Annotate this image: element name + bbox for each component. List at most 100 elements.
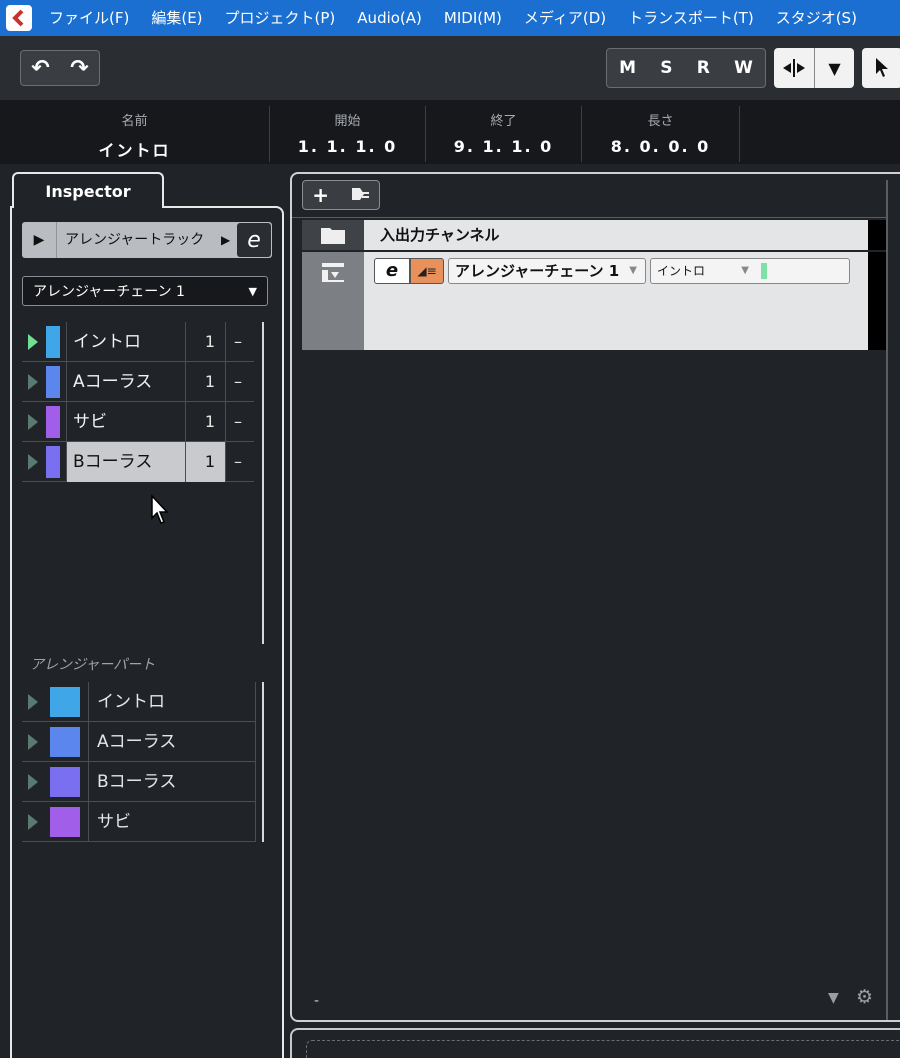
toolbar: ↶ ↷ M S R W ▼ [0, 36, 900, 100]
arranger-chain-dropdown[interactable]: アレンジャーチェーン 1 ▼ [448, 258, 646, 284]
arranger-track-controls: e ◢≡ アレンジャーチェーン 1 ▼ イントロ ▼ [364, 252, 868, 350]
info-length-value[interactable]: 8. 0. 0. 0 [582, 137, 739, 156]
chevron-down-icon[interactable]: ▼ [828, 990, 839, 1006]
chain-row[interactable]: サビ 1 – [22, 401, 254, 442]
write-button[interactable]: W [734, 58, 753, 78]
chain-row[interactable]: Aコーラス 1 – [22, 361, 254, 402]
menu-transport[interactable]: トランスポート(T) [617, 0, 765, 36]
undo-icon[interactable]: ↶ [31, 56, 49, 81]
status-text: - [314, 993, 320, 1009]
inspector-track-name[interactable]: アレンジャートラック [56, 222, 221, 258]
play-icon[interactable] [22, 773, 44, 791]
arranger-mode-icon[interactable]: ◢≡ [410, 258, 444, 284]
play-icon[interactable] [22, 333, 44, 351]
info-name-value[interactable]: イントロ [0, 137, 269, 161]
pointer-icon[interactable] [862, 48, 900, 88]
part-row[interactable]: イントロ [22, 681, 256, 722]
chain-row[interactable]: イントロ 1 – [22, 321, 254, 362]
menu-midi[interactable]: MIDI(M) [433, 0, 513, 36]
chain-row-name: イントロ [66, 321, 186, 362]
info-end[interactable]: 終了 9. 1. 1. 0 [426, 106, 582, 162]
menu-bar: ファイル(F) 編集(E) プロジェクト(P) Audio(A) MIDI(M)… [0, 0, 900, 36]
app-logo-icon[interactable] [0, 0, 38, 36]
play-icon[interactable] [22, 373, 44, 391]
chain-row-count[interactable]: 1 [186, 321, 226, 362]
menu-studio[interactable]: スタジオ(S) [765, 0, 868, 36]
arranger-track-row[interactable]: e ◢≡ アレンジャーチェーン 1 ▼ イントロ ▼ [302, 252, 886, 350]
play-icon[interactable] [22, 693, 44, 711]
play-icon[interactable] [22, 813, 44, 831]
mute-button[interactable]: M [619, 58, 636, 78]
info-end-value[interactable]: 9. 1. 1. 0 [426, 137, 581, 156]
info-line: 名前 イントロ 開始 1. 1. 1. 0 終了 9. 1. 1. 0 長さ 8… [0, 100, 900, 164]
arranger-part-dropdown-value: イントロ [657, 264, 706, 278]
tab-joint [14, 204, 162, 208]
menu-file[interactable]: ファイル(F) [38, 0, 140, 36]
chevron-down-icon: ▼ [741, 265, 749, 276]
chain-row-mode[interactable]: – [226, 452, 250, 471]
chain-list-scrollbar[interactable] [262, 322, 264, 644]
play-icon[interactable] [22, 453, 44, 471]
menu-audio[interactable]: Audio(A) [346, 0, 433, 36]
chain-row-name: Bコーラス [66, 441, 186, 482]
chain-row-name: サビ [66, 401, 186, 442]
track-state-buttons: M S R W [606, 48, 766, 88]
info-start-value[interactable]: 1. 1. 1. 0 [270, 137, 425, 156]
inspector-track-header[interactable]: ▶ アレンジャートラック ▶ e [22, 222, 272, 258]
read-button[interactable]: R [697, 58, 710, 78]
arranger-part-dropdown[interactable]: イントロ ▼ [650, 258, 850, 284]
color-swatch [46, 325, 60, 358]
range-split-icon[interactable] [774, 48, 814, 88]
chevron-down-icon[interactable]: ▼ [814, 48, 854, 88]
part-row[interactable]: サビ [22, 801, 256, 842]
track-edge [868, 220, 886, 250]
add-track-icon[interactable] [348, 183, 370, 207]
chain-row-count[interactable]: 1 [186, 361, 226, 402]
chain-row-selected[interactable]: Bコーラス 1 – [22, 441, 254, 482]
folder-track-row[interactable]: 入出力チャンネル [302, 220, 886, 250]
arranger-track-icon[interactable] [302, 252, 364, 350]
folder-track-name[interactable]: 入出力チャンネル [364, 220, 868, 250]
parts-list-scrollbar[interactable] [262, 682, 264, 842]
redo-icon[interactable]: ↷ [70, 56, 88, 81]
info-start-label: 開始 [334, 114, 361, 129]
part-row-name: Bコーラス [88, 761, 256, 802]
chain-row-mode[interactable]: – [226, 372, 250, 391]
plus-icon[interactable]: + [312, 183, 329, 207]
info-name[interactable]: 名前 イントロ [0, 106, 270, 162]
play-icon[interactable]: ▶ [22, 232, 56, 248]
folder-icon[interactable] [302, 220, 364, 250]
edit-instrument-button[interactable]: e [237, 223, 271, 257]
track-add-buttons: + [302, 180, 380, 210]
lower-zone-dropzone [306, 1040, 900, 1058]
menu-project[interactable]: プロジェクト(P) [214, 0, 347, 36]
menu-edit[interactable]: 編集(E) [140, 0, 213, 36]
play-icon[interactable] [22, 413, 44, 431]
chain-row-mode[interactable]: – [226, 412, 250, 431]
arranger-chain-select[interactable]: アレンジャーチェーン 1 ▼ [22, 276, 268, 306]
arranger-parts-list: イントロ Aコーラス Bコーラス サビ [22, 681, 256, 842]
part-row[interactable]: Aコーラス [22, 721, 256, 762]
chevron-right-icon[interactable]: ▶ [221, 233, 237, 247]
project-scrollbar[interactable] [886, 180, 888, 1020]
play-icon[interactable] [22, 733, 44, 751]
chain-row-count[interactable]: 1 [186, 441, 226, 482]
tab-inspector[interactable]: Inspector [12, 172, 164, 208]
chain-row-count[interactable]: 1 [186, 401, 226, 442]
part-row[interactable]: Bコーラス [22, 761, 256, 802]
edit-button[interactable]: e [374, 258, 410, 284]
info-start[interactable]: 開始 1. 1. 1. 0 [270, 106, 426, 162]
menu-media[interactable]: メディア(D) [513, 0, 617, 36]
chain-row-mode[interactable]: – [226, 332, 250, 351]
chevron-down-icon: ▼ [248, 284, 257, 298]
part-row-name: サビ [88, 801, 256, 842]
color-swatch [50, 766, 80, 797]
color-swatch [50, 686, 80, 717]
gear-icon[interactable]: ⚙ [856, 986, 873, 1008]
part-row-name: Aコーラス [88, 721, 256, 762]
solo-button[interactable]: S [660, 58, 672, 78]
info-length[interactable]: 長さ 8. 0. 0. 0 [582, 106, 740, 162]
arranger-chain-dropdown-value: アレンジャーチェーン 1 [455, 262, 620, 280]
mouse-cursor-icon [151, 494, 169, 524]
info-length-label: 長さ [647, 114, 674, 129]
